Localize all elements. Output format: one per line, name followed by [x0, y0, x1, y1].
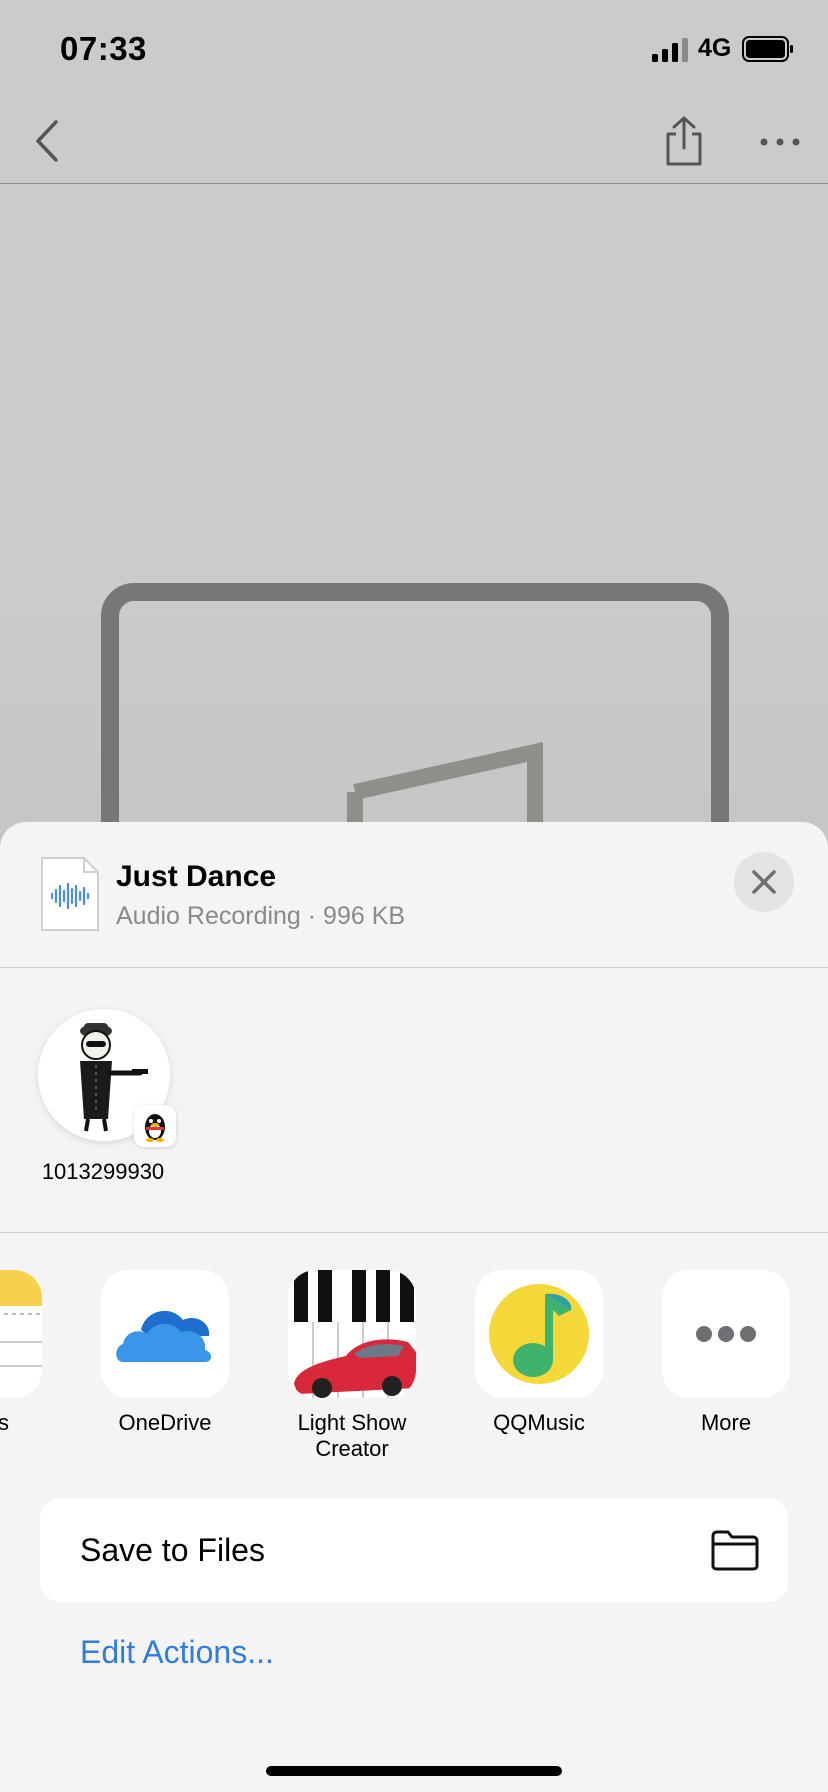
- edit-actions-link[interactable]: Edit Actions...: [80, 1634, 274, 1671]
- nav-bar: [0, 100, 828, 184]
- share-sheet: Just Dance Audio Recording · 996 KB 1013…: [0, 822, 828, 1792]
- cellular-signal-icon: [652, 38, 688, 62]
- share-icon[interactable]: [660, 114, 708, 168]
- person-name: 1013299930: [41, 1159, 165, 1184]
- status-bar: 07:33 4G: [0, 0, 828, 100]
- audio-file-preview-icon: [101, 583, 729, 842]
- airdrop-people-row: 1013299930: [0, 969, 828, 1233]
- share-app-qqmusic[interactable]: QQMusic: [464, 1270, 614, 1436]
- ellipsis-icon[interactable]: [756, 124, 804, 160]
- person-contact[interactable]: 1013299930: [28, 1009, 178, 1189]
- battery-icon: [742, 36, 793, 62]
- network-type: 4G: [698, 34, 732, 62]
- light-show-creator-icon: [288, 1270, 416, 1398]
- close-icon: [752, 870, 776, 894]
- home-indicator[interactable]: [266, 1766, 562, 1776]
- notes-app-label: s: [0, 1410, 9, 1435]
- folder-icon: [711, 1530, 759, 1571]
- more-ellipsis-icon: [662, 1270, 790, 1398]
- qq-badge-icon: [134, 1105, 176, 1147]
- app-label: QQMusic: [493, 1410, 585, 1435]
- app-label: More: [700, 1410, 752, 1435]
- qqmusic-icon: [475, 1270, 603, 1398]
- notes-app-icon[interactable]: [0, 1270, 42, 1398]
- onedrive-icon: [101, 1270, 229, 1398]
- app-label: Light Show Creator: [297, 1410, 407, 1461]
- close-button[interactable]: [734, 852, 794, 912]
- back-chevron-icon[interactable]: [28, 116, 68, 166]
- share-app-onedrive[interactable]: OneDrive: [90, 1270, 240, 1436]
- audio-file-icon: [41, 857, 99, 931]
- share-app-more[interactable]: More: [651, 1270, 801, 1436]
- save-to-files-label: Save to Files: [80, 1532, 265, 1568]
- status-time: 07:33: [60, 30, 147, 67]
- share-sheet-header: Just Dance Audio Recording · 996 KB: [0, 822, 828, 968]
- file-subtitle: Audio Recording · 996 KB: [116, 902, 406, 930]
- file-title: Just Dance: [116, 860, 277, 893]
- app-label: OneDrive: [118, 1410, 212, 1435]
- share-apps-row: s OneDrive Light Show Creator QQMusic Mo…: [0, 1234, 828, 1484]
- share-app-light-show-creator[interactable]: Light Show Creator: [277, 1270, 427, 1462]
- save-to-files-action[interactable]: Save to Files: [40, 1498, 788, 1602]
